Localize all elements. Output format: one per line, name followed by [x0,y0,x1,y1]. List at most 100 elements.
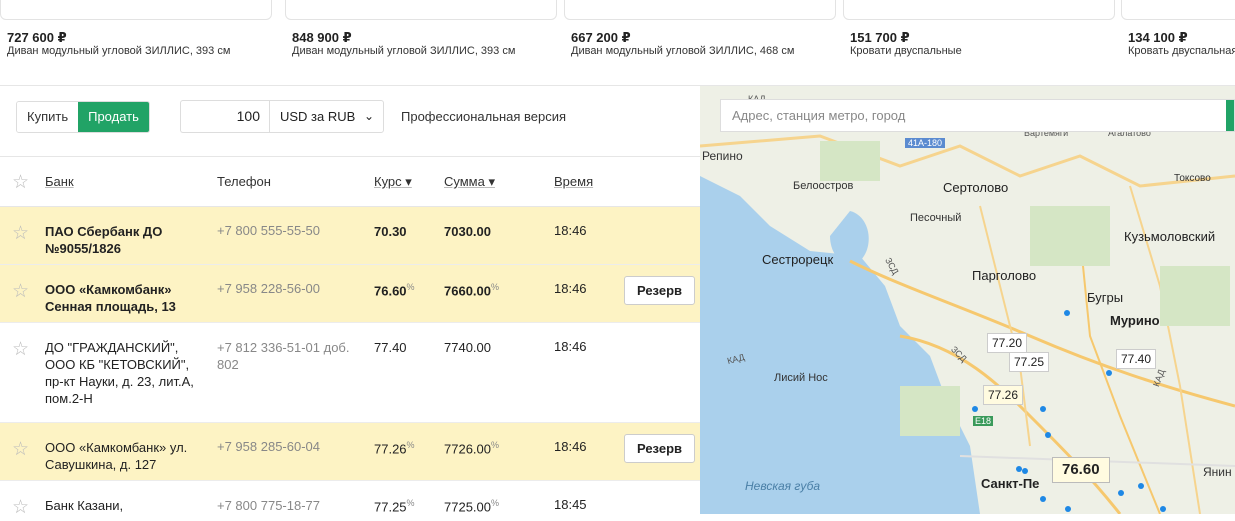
rate-value: 77.25% [374,498,415,515]
header-phone: Телефон [217,174,271,189]
time-value: 18:46 [554,281,587,296]
bank-name: ООО «Камкомбанк» ул. Савушкина, д. 127 [45,440,188,472]
currency-select[interactable]: USD за RUB ⌄ [269,100,384,133]
rate-pin[interactable]: 77.25 [1009,352,1050,372]
product-card[interactable]: 667 200 ₽ Диван модульный угловой ЗИЛЛИС,… [564,0,836,85]
operation-switch: Купить Продать [16,100,150,133]
map-marker[interactable] [1106,370,1112,376]
product-card[interactable]: 848 900 ₽ Диван модульный угловой ЗИЛЛИС,… [285,0,557,85]
product-price: 151 700 ₽ [850,30,910,45]
map-marker[interactable] [1040,496,1046,502]
map-marker[interactable] [1118,490,1124,496]
product-price: 848 900 ₽ [292,30,352,45]
map[interactable]: Репино Белоостров Сертолово Песочный Сес… [700,86,1235,514]
bank-phone: +7 800 775-18-77 [217,498,321,513]
map-marker[interactable] [1065,506,1071,512]
reserve-button[interactable]: Резерв [624,276,695,305]
pro-version-link[interactable]: Профессиональная версия [401,109,566,124]
product-card[interactable]: 151 700 ₽ Кровати двуспальные [843,0,1115,85]
bank-phone: +7 958 228-56-00 [217,281,321,296]
product-name: Диван модульный угловой ЗИЛЛИС, 393 см [7,45,231,57]
map-label: Бугры [1087,290,1124,305]
sum-value: 7660.00% [444,282,500,299]
product-name: Диван модульный угловой ЗИЛЛИС, 393 см [292,45,516,57]
map-label: Токсово [1174,173,1211,184]
map-label: Невская губа [745,479,821,493]
star-icon[interactable]: ☆ [12,171,29,194]
table-row[interactable]: ☆ ДО "ГРАЖДАНСКИЙ", ООО КБ "КЕТОВСКИЙ", … [0,323,700,423]
sum-value: 7725.00% [444,498,500,515]
product-name: Кровати двуспальные [850,45,962,57]
map-marker[interactable] [1040,406,1046,412]
bank-name: ПАО Сбербанк ДО №9055/1826 [45,224,163,256]
map-marker[interactable] [1160,506,1166,512]
product-image [0,0,272,20]
bank-name: ООО «Камкомбанк» Сенная площадь, 13 [45,282,176,314]
rate-pin-best[interactable]: 76.60 [1052,457,1110,483]
rate-value: 77.40 [374,340,407,355]
time-value: 18:46 [554,439,587,454]
amount-input[interactable]: 100 [180,100,270,133]
map-label: Репино [702,149,743,163]
rate-pin[interactable]: 77.40 [1116,349,1157,369]
product-image [1121,0,1235,20]
bank-name: ДО "ГРАЖДАНСКИЙ", ООО КБ "КЕТОВСКИЙ", пр… [45,340,194,406]
map-label: Лисий Нос [774,372,828,384]
header-bank[interactable]: Банк [45,174,74,189]
star-icon[interactable]: ☆ [12,280,29,303]
time-value: 18:45 [554,497,587,512]
header-time[interactable]: Время [554,174,593,189]
map-marker[interactable] [1138,483,1144,489]
sell-button[interactable]: Продать [78,101,149,132]
table-row[interactable]: ☆ ООО «Камкомбанк» ул. Савушкина, д. 127… [0,423,700,481]
table-row[interactable]: ☆ ПАО Сбербанк ДО №9055/1826 +7 800 555-… [0,207,700,265]
bank-phone: +7 958 285-60-04 [217,439,321,454]
bank-phone: +7 812 336-51-01 доб. 802 [217,340,350,372]
map-marker[interactable] [1064,310,1070,316]
products-strip: 727 600 ₽ Диван модульный угловой ЗИЛЛИС,… [0,0,1235,86]
map-marker[interactable] [1016,466,1022,472]
product-card[interactable]: 134 100 ₽ Кровать двуспальная [1121,0,1235,85]
star-icon[interactable]: ☆ [12,438,29,461]
map-label: Кузьмоловский [1124,229,1216,244]
map-marker[interactable] [1045,432,1051,438]
rate-pin[interactable]: 77.20 [987,333,1028,353]
buy-button[interactable]: Купить [17,101,79,132]
table-row[interactable]: ☆ Банк Казани, +7 800 775-18-77 77.25% 7… [0,481,700,521]
sum-value: 7726.00% [444,440,500,457]
star-icon[interactable]: ☆ [12,222,29,245]
map-label: Белоостров [793,180,854,192]
product-image [564,0,836,20]
rate-value: 70.30 [374,224,407,239]
currency-label: USD за RUB [280,109,356,124]
header-sum[interactable]: Сумма ▾ [444,174,495,190]
map-label: Сертолово [943,180,1009,195]
map-background [700,134,1235,514]
map-label: Янин [1203,465,1232,479]
sum-value: 7740.00 [444,340,491,355]
table-header: ☆ Банк Телефон Курс ▾ Сумма ▾ Время [0,156,700,207]
bank-phone: +7 800 555-55-50 [217,223,321,238]
star-icon[interactable]: ☆ [12,496,29,519]
map-marker[interactable] [1022,468,1028,474]
product-card[interactable]: 727 600 ₽ Диван модульный угловой ЗИЛЛИС,… [0,0,272,85]
bank-name: Банк Казани, [45,498,124,513]
search-button[interactable] [1226,100,1234,131]
map-marker[interactable] [972,406,978,412]
star-icon[interactable]: ☆ [12,338,29,361]
product-name: Диван модульный угловой ЗИЛЛИС, 468 см [571,45,795,57]
map-label: Песочный [910,212,962,224]
road-number: Е18 [973,416,994,426]
reserve-button[interactable]: Резерв [624,434,695,463]
map-label: Сестрорецк [762,252,834,267]
product-name: Кровать двуспальная [1128,45,1235,57]
rate-value: 76.60% [374,282,415,299]
time-value: 18:46 [554,339,587,354]
rate-pin[interactable]: 77.26 [983,385,1024,405]
table-row[interactable]: ☆ ООО «Камкомбанк» Сенная площадь, 13 +7… [0,265,700,323]
address-search-input[interactable]: Адрес, станция метро, город [720,99,1235,132]
map-label: Санкт-Пе [981,476,1040,491]
product-price: 667 200 ₽ [571,30,631,45]
product-price: 727 600 ₽ [7,30,67,45]
header-rate[interactable]: Курс ▾ [374,174,412,190]
